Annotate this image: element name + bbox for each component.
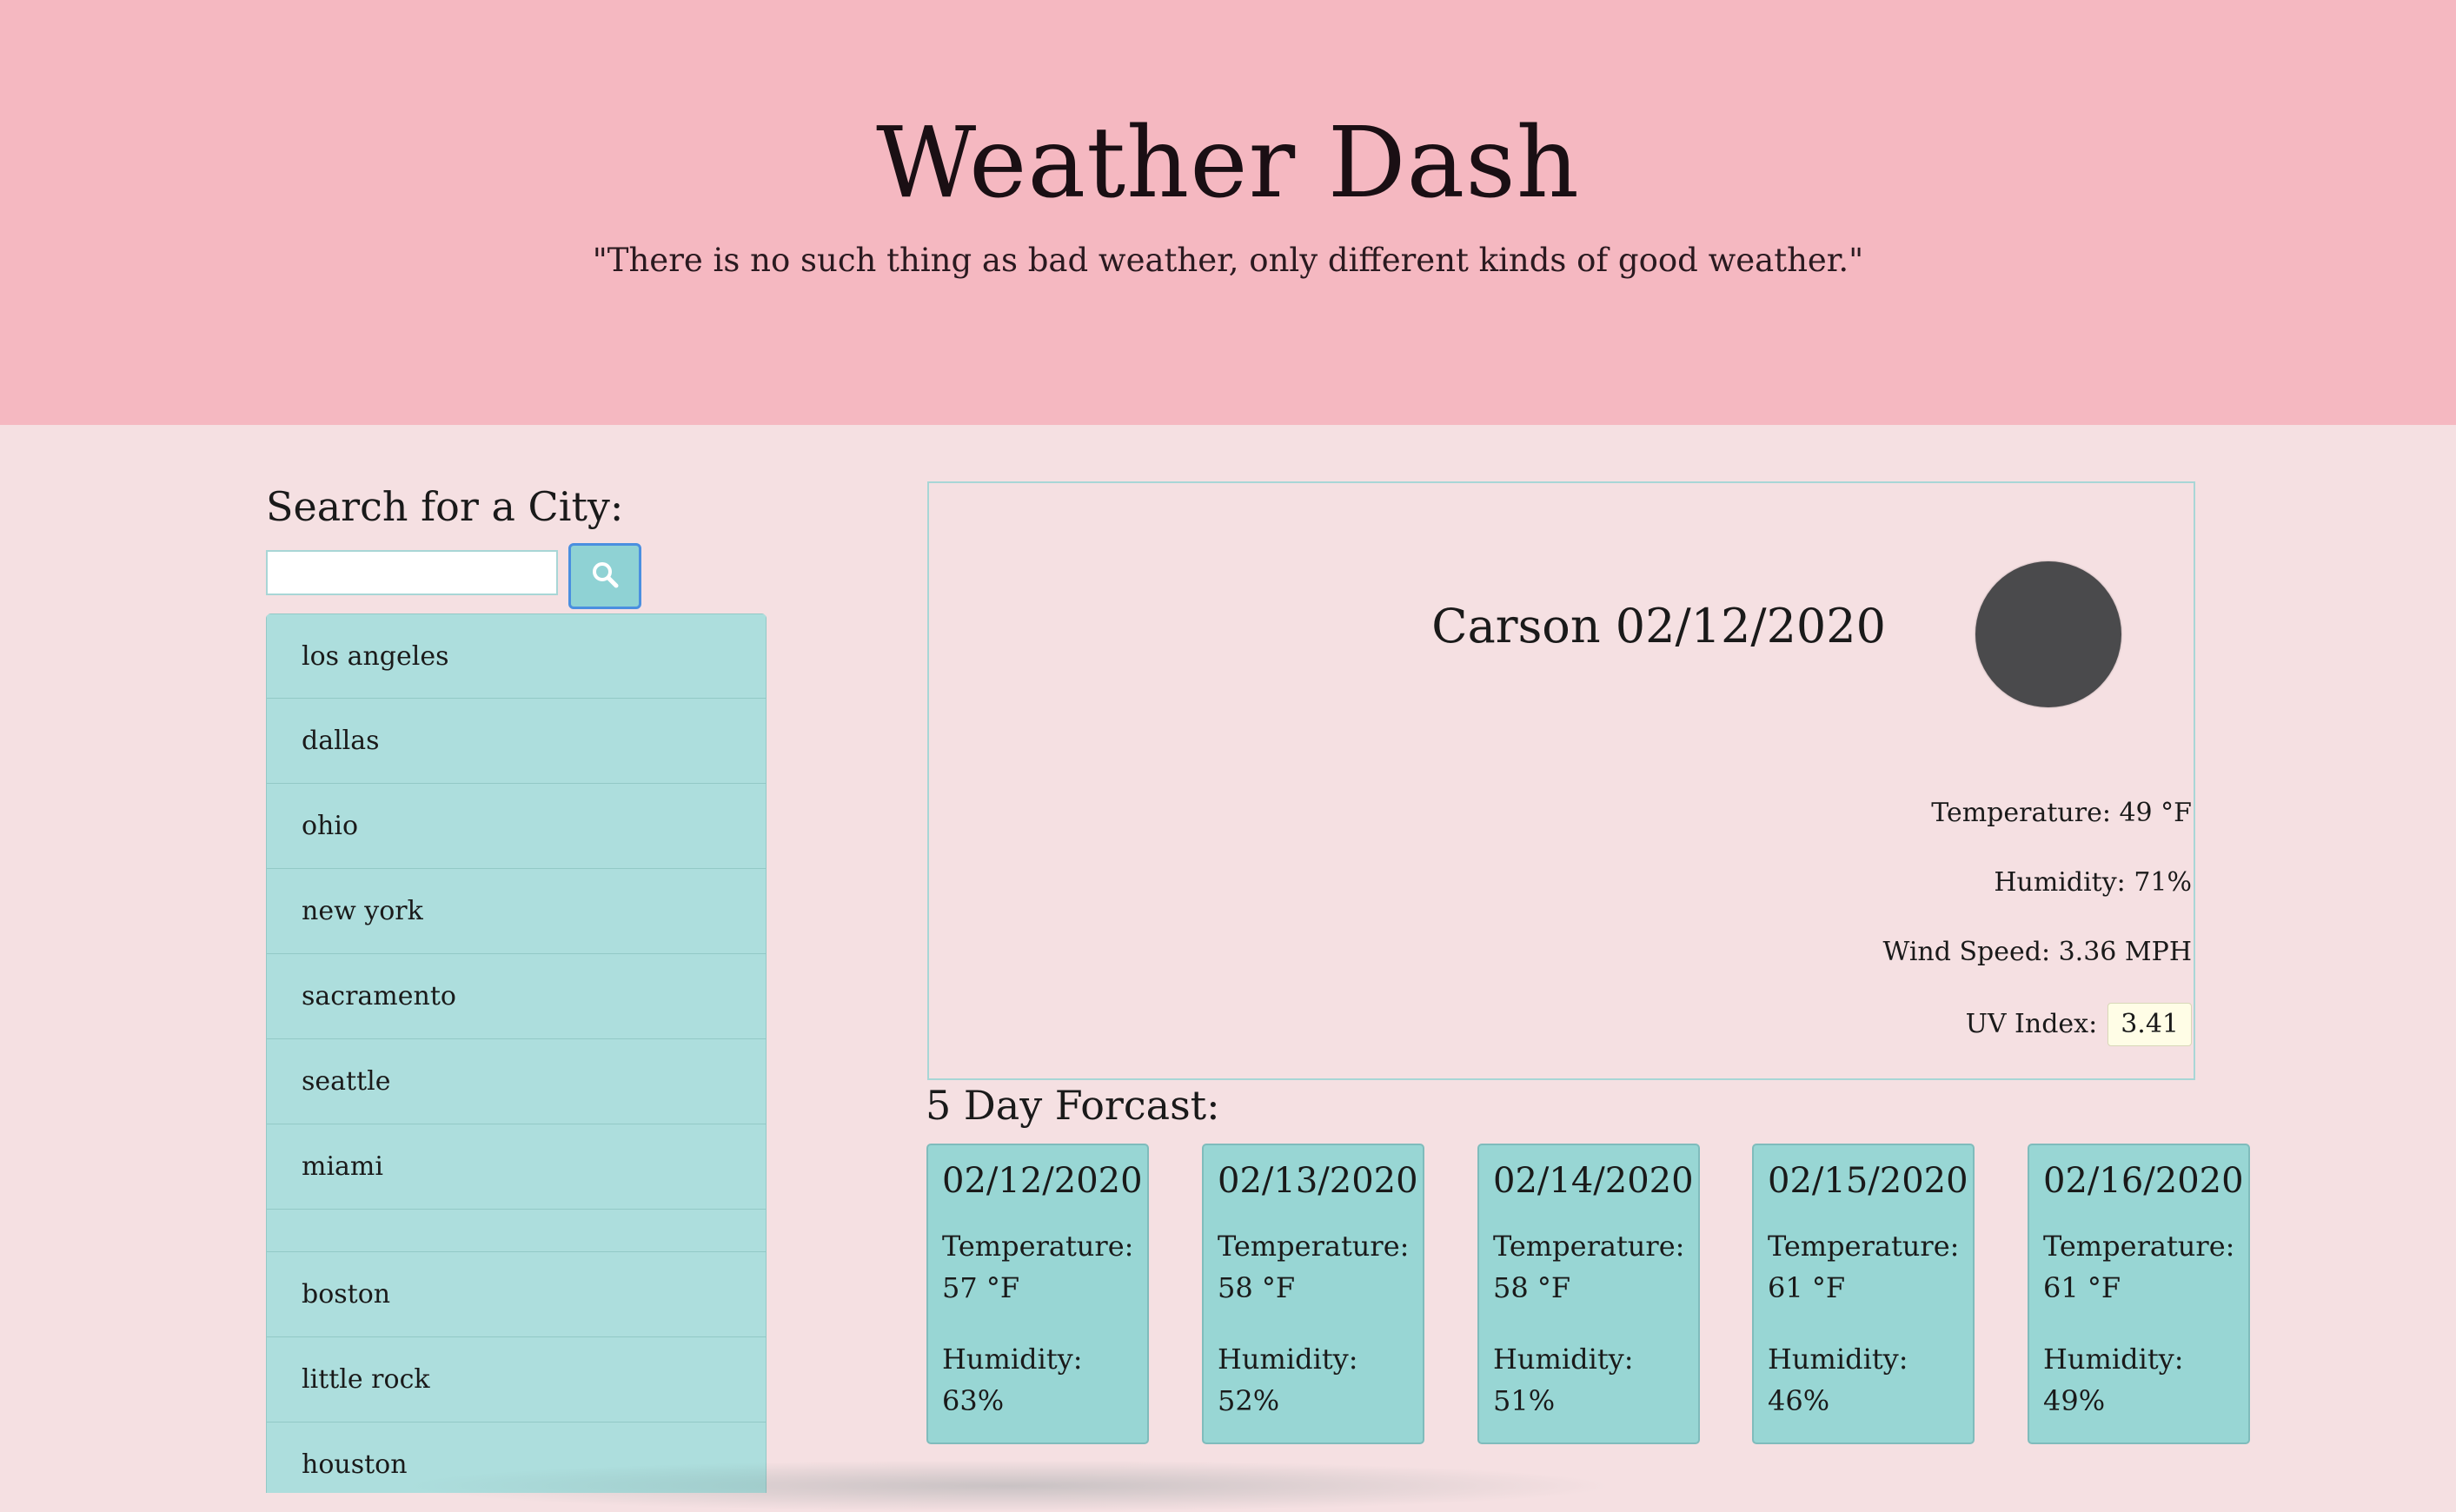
forecast-temperature-label: Temperature: <box>2043 1230 2235 1263</box>
forecast-card: 02/15/2020 Temperature: 61 °F Humidity: … <box>1752 1144 1975 1444</box>
forecast-card: 02/13/2020 Temperature: 58 °F Humidity: … <box>1202 1144 1424 1444</box>
forecast-humidity-label: Humidity: <box>1493 1343 1634 1376</box>
forecast-humidity-label: Humidity: <box>1768 1343 1908 1376</box>
history-item-seattle[interactable]: seattle <box>266 1039 767 1124</box>
history-item-little-rock[interactable]: little rock <box>266 1337 767 1422</box>
forecast-date: 02/15/2020 <box>1768 1161 1968 1201</box>
forecast-humidity: 63% <box>942 1384 1005 1417</box>
weather-icon <box>1975 561 2121 707</box>
forecast-humidity: 46% <box>1768 1384 1830 1417</box>
history-item-dallas[interactable]: dallas <box>266 699 767 784</box>
forecast-temperature-label: Temperature: <box>1218 1230 1410 1263</box>
history-item-boston[interactable]: boston <box>266 1252 767 1337</box>
forecast-card: 02/12/2020 Temperature: 57 °F Humidity: … <box>926 1144 1149 1444</box>
forecast-temperature: 61 °F <box>1768 1271 1846 1304</box>
page-title: Weather Dash <box>876 107 1580 220</box>
forecast-humidity: 49% <box>2043 1384 2106 1417</box>
forecast-temperature: 58 °F <box>1493 1271 1571 1304</box>
current-uv-index: UV Index: 3.41 <box>1966 1003 2192 1046</box>
history-item-los-angeles[interactable]: los angeles <box>266 613 767 699</box>
forecast-humidity: 52% <box>1218 1384 1280 1417</box>
forecast-card: 02/16/2020 Temperature: 61 °F Humidity: … <box>2028 1144 2250 1444</box>
history-item-houston[interactable]: houston <box>266 1422 767 1493</box>
history-item-sacramento[interactable]: sacramento <box>266 954 767 1039</box>
history-item-new-york[interactable]: new york <box>266 869 767 954</box>
forecast-humidity: 51% <box>1493 1384 1556 1417</box>
history-item-empty[interactable] <box>266 1210 767 1252</box>
search-history-list: los angeles dallas ohio new york sacrame… <box>266 613 767 1493</box>
search-label: Search for a City: <box>266 483 624 530</box>
forecast-temperature-label: Temperature: <box>1493 1230 1685 1263</box>
forecast-temperature: 58 °F <box>1218 1271 1296 1304</box>
uv-index-badge: 3.41 <box>2108 1003 2192 1046</box>
header-quote: "There is no such thing as bad weather, … <box>592 242 1864 279</box>
history-item-ohio[interactable]: ohio <box>266 784 767 869</box>
forecast-temperature: 61 °F <box>2043 1271 2121 1304</box>
search-input[interactable] <box>266 550 558 595</box>
forecast-date: 02/12/2020 <box>942 1161 1143 1201</box>
forecast-temperature-label: Temperature: <box>942 1230 1134 1263</box>
forecast-card: 02/14/2020 Temperature: 58 °F Humidity: … <box>1477 1144 1700 1444</box>
forecast-date: 02/14/2020 <box>1493 1161 1694 1201</box>
uv-index-label: UV Index: <box>1965 1009 2098 1039</box>
header-banner: Weather Dash "There is no such thing as … <box>0 0 2456 425</box>
forecast-date: 02/16/2020 <box>2043 1161 2244 1201</box>
forecast-humidity-label: Humidity: <box>942 1343 1083 1376</box>
forecast-date: 02/13/2020 <box>1218 1161 1418 1201</box>
search-button[interactable] <box>568 543 641 609</box>
history-item-miami[interactable]: miami <box>266 1124 767 1210</box>
current-humidity: Humidity: 71% <box>1994 867 2192 898</box>
current-city-date: Carson 02/12/2020 <box>1431 599 1886 653</box>
forecast-heading: 5 Day Forcast: <box>926 1082 1220 1129</box>
current-weather-card: Carson 02/12/2020 Temperature: 49 °F Hum… <box>927 481 2195 1080</box>
search-icon <box>590 560 620 593</box>
forecast-humidity-label: Humidity: <box>1218 1343 1358 1376</box>
forecast-temperature-label: Temperature: <box>1768 1230 1960 1263</box>
current-temperature: Temperature: 49 °F <box>1931 798 2192 828</box>
current-wind-speed: Wind Speed: 3.36 MPH <box>1882 937 2192 967</box>
forecast-temperature: 57 °F <box>942 1271 1020 1304</box>
forecast-humidity-label: Humidity: <box>2043 1343 2184 1376</box>
